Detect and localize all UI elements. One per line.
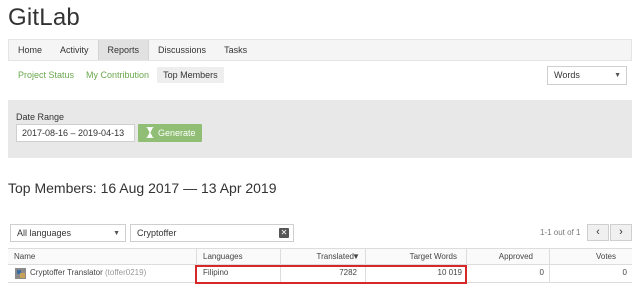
col-translated-header[interactable]: Translated — [280, 249, 355, 265]
tab-tasks[interactable]: Tasks — [215, 40, 256, 60]
hourglass-icon — [146, 127, 154, 138]
tab-activity[interactable]: Activity — [51, 40, 98, 60]
language-select[interactable]: All languages ▼ — [10, 224, 126, 242]
app-title: GitLab — [8, 4, 80, 31]
member-display-name: Cryptoffer Translator — [30, 268, 103, 277]
col-languages-header[interactable]: Languages — [203, 249, 243, 265]
member-approved: 0 — [539, 268, 544, 277]
col-target-words-header[interactable]: Target Words — [365, 249, 457, 265]
member-name[interactable]: Cryptoffer Translator (toffer0219) — [30, 265, 146, 281]
search-input[interactable]: Cryptoffer ✕ — [130, 224, 294, 242]
member-votes: 0 — [622, 268, 627, 277]
search-input-value: Cryptoffer — [137, 228, 177, 238]
member-username: (toffer0219) — [105, 268, 147, 277]
sub-nav: Project Status My Contribution Top Membe… — [14, 67, 224, 83]
col-name-header[interactable]: Name — [14, 249, 35, 265]
table-header: Name Languages Translated ▼ Target Words… — [8, 248, 632, 265]
prev-page-button[interactable]: ‹ — [587, 224, 609, 241]
generate-button-label: Generate — [158, 128, 196, 138]
col-votes-header[interactable]: Votes — [549, 249, 616, 265]
subtab-top-members[interactable]: Top Members — [157, 67, 224, 83]
date-range-label: Date Range — [16, 112, 65, 122]
metric-select-value: Words — [554, 70, 580, 80]
generate-button[interactable]: Generate — [138, 124, 202, 142]
highlight-box — [195, 265, 467, 284]
subtab-project-status[interactable]: Project Status — [14, 67, 78, 83]
metric-select[interactable]: Words ▼ — [547, 66, 627, 85]
next-page-button[interactable]: › — [610, 224, 632, 241]
language-select-value: All languages — [17, 228, 72, 238]
page-heading: Top Members: 16 Aug 2017 — 13 Apr 2019 — [8, 180, 277, 196]
tab-reports[interactable]: Reports — [97, 40, 150, 60]
col-approved-header[interactable]: Approved — [466, 249, 533, 265]
clear-icon[interactable]: ✕ — [279, 228, 289, 238]
user-avatar — [15, 268, 26, 279]
date-range-input[interactable]: 2017-08-16 – 2019-04-13 — [16, 124, 135, 142]
pagination-text: 1-1 out of 1 — [540, 228, 581, 237]
caret-down-icon: ▼ — [113, 230, 120, 237]
tab-discussions[interactable]: Discussions — [149, 40, 215, 60]
subtab-my-contribution[interactable]: My Contribution — [82, 67, 153, 83]
main-nav: Home Activity Reports Discussions Tasks — [8, 39, 632, 61]
sort-desc-icon: ▼ — [352, 252, 360, 261]
caret-down-icon: ▼ — [614, 72, 621, 79]
tab-home[interactable]: Home — [9, 40, 51, 60]
